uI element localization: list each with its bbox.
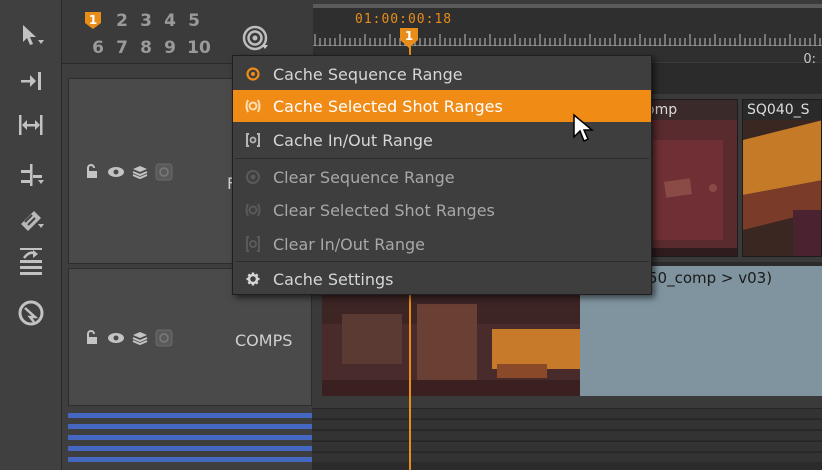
menu-item-label: Clear Selected Shot Ranges: [273, 200, 495, 220]
viewer-number[interactable]: 8: [136, 38, 156, 58]
arrow-right-bar-icon: [21, 72, 41, 90]
move-trim-button[interactable]: [0, 64, 62, 98]
menu-separator: [235, 261, 649, 262]
layers-icon[interactable]: [131, 329, 149, 347]
chevron-down-icon: [262, 45, 268, 49]
svg-text:1: 1: [89, 13, 97, 27]
viewer-number[interactable]: 3: [136, 11, 156, 31]
clip-label: SQ040_S: [747, 102, 810, 118]
mouse-cursor-icon: [573, 113, 594, 143]
timeline-ruler[interactable]: 01:00:00:18 1 0:: [313, 4, 822, 67]
clear-selected-icon: [233, 202, 273, 218]
clip-frame-image: [322, 294, 580, 396]
menu-separator: [235, 158, 649, 159]
cache-menu-button[interactable]: [238, 21, 272, 55]
menu-item-cache-sequence-range[interactable]: Cache Sequence Range: [233, 58, 651, 90]
clip-cached-region: [322, 294, 580, 396]
layers-icon[interactable]: [131, 163, 149, 181]
viewer-number[interactable]: 10: [184, 38, 214, 58]
audio-track-bar[interactable]: [68, 424, 312, 429]
viewer-number[interactable]: 9: [160, 38, 180, 58]
eye-icon[interactable]: [107, 329, 125, 347]
ruler-ticks: [313, 34, 822, 46]
toolbar-left: [0, 0, 62, 470]
trim-tool-button[interactable]: [0, 246, 62, 280]
lock-icon[interactable]: [83, 163, 101, 181]
track-controls: [83, 163, 173, 181]
cache-sequence-icon: [233, 67, 273, 81]
clip-thumbnail[interactable]: SQ040_S: [742, 99, 822, 257]
cache-selected-icon: [233, 98, 273, 114]
cache-track-icon[interactable]: [155, 163, 173, 181]
slip-icon: [19, 115, 43, 135]
cache-popup-menu: Cache Sequence Range Cache Selected Shot…: [232, 55, 652, 295]
viewer-marker-icon: 1: [85, 12, 101, 29]
clip-frame-image: [643, 100, 737, 256]
track-controls: [83, 329, 173, 347]
cache-inout-icon: [233, 132, 273, 148]
select-tool-button[interactable]: [0, 18, 62, 52]
menu-item-label: Cache Settings: [273, 269, 394, 289]
audio-lane: [312, 441, 822, 451]
ripple-icon: [20, 248, 42, 275]
menu-item-clear-in-out-range[interactable]: Clear In/Out Range: [233, 228, 651, 260]
gear-icon: [233, 272, 273, 286]
menu-item-cache-settings[interactable]: Cache Settings: [233, 263, 651, 295]
audio-track-bar[interactable]: [68, 435, 312, 440]
viewer-number[interactable]: 2: [112, 11, 132, 31]
menu-item-clear-selected-shot-ranges[interactable]: Clear Selected Shot Ranges: [233, 194, 651, 226]
menu-item-label: Cache Selected Shot Ranges: [273, 96, 503, 116]
cache-track-icon[interactable]: [155, 329, 173, 347]
menu-item-label: Clear Sequence Range: [273, 167, 455, 187]
timecode-display: 01:00:00:18: [355, 12, 453, 27]
audio-lane: [312, 430, 822, 440]
eye-icon[interactable]: [107, 163, 125, 181]
audio-track-bar[interactable]: [68, 446, 312, 451]
clip-thumbnail[interactable]: omp: [642, 99, 738, 257]
lock-icon[interactable]: [83, 329, 101, 347]
audio-track-bar[interactable]: [68, 457, 312, 462]
razor-icon: [21, 211, 41, 231]
audio-lane: [312, 408, 822, 418]
audio-lane: [312, 452, 822, 462]
menu-item-label: Cache Sequence Range: [273, 64, 463, 84]
razor-tool-button[interactable]: [0, 202, 62, 236]
transform-tool-button[interactable]: [0, 296, 62, 330]
viewer-number[interactable]: 6: [88, 38, 108, 58]
audio-track-bar[interactable]: [68, 413, 312, 418]
menu-item-clear-sequence-range[interactable]: Clear Sequence Range: [233, 161, 651, 193]
menu-item-label: Cache In/Out Range: [273, 130, 433, 150]
clear-inout-icon: [233, 235, 273, 253]
ruler-top-bar: [313, 4, 822, 8]
multitrack-icon: [21, 164, 42, 186]
clear-sequence-icon: [233, 169, 273, 185]
multitrack-tool-button[interactable]: [0, 158, 62, 192]
clip-frame-image: [743, 100, 821, 256]
track-name: COMPS: [235, 331, 293, 350]
transform-icon: [18, 300, 44, 326]
clip-label: 50_comp > v03): [648, 269, 773, 287]
viewer-number[interactable]: 7: [112, 38, 132, 58]
chevron-down-icon: [38, 224, 44, 228]
slip-tool-button[interactable]: [0, 108, 62, 142]
audio-lane: [312, 419, 822, 429]
menu-item-label: Clear In/Out Range: [273, 234, 425, 254]
chevron-down-icon: [38, 40, 44, 44]
viewer-number[interactable]: 5: [184, 11, 204, 31]
viewer-number[interactable]: 4: [160, 11, 180, 31]
chevron-down-icon: [38, 180, 44, 184]
